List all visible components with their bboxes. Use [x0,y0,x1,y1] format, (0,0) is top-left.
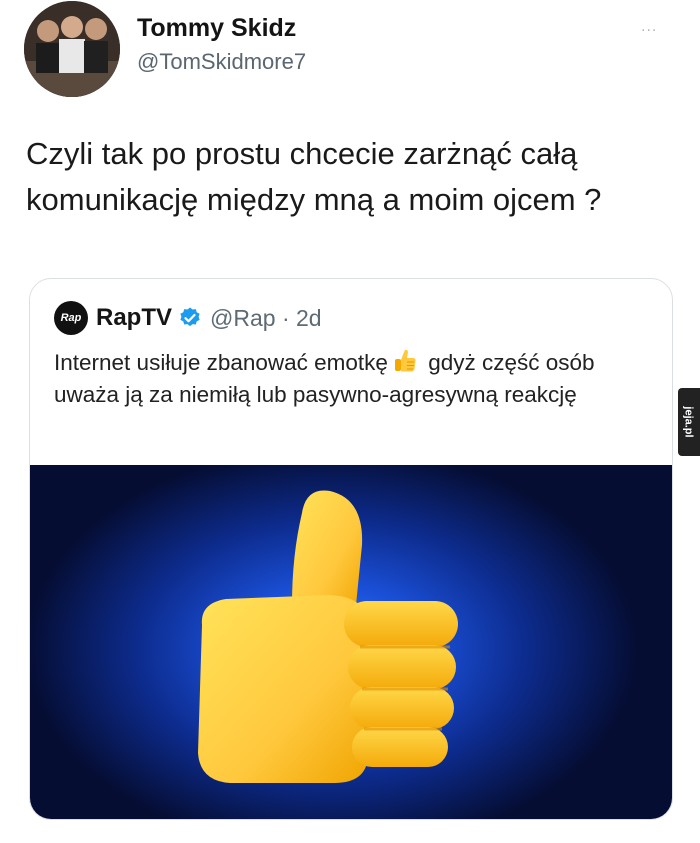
thumbs-up-large-icon [198,490,458,783]
quoted-author-name[interactable]: RapTV [96,304,172,332]
thumbs-up-icon [394,349,416,372]
author-name[interactable]: Tommy Skidz [137,14,296,43]
quoted-text-part-1: Internet usiłuje zbanować emotkę [54,350,388,375]
watermark-text: jeja.pl [683,406,695,438]
tweet-text: Czyli tak po prostu chcecie zarżnąć całą… [26,136,602,217]
quoted-tweet-card[interactable]: Rap RapTV @Rap · 2d Internet usiłuje zba… [29,278,673,820]
author-avatar[interactable] [24,1,120,97]
author-handle[interactable]: @TomSkidmore7 [137,49,306,75]
more-options-button[interactable]: ... [641,18,657,36]
quoted-tweet-header: Rap RapTV @Rap · 2d [54,301,322,335]
avatar-photo [24,1,120,97]
verified-badge-icon [180,307,200,327]
raptv-logo[interactable]: Rap [54,301,88,335]
quoted-author-handle-time: @Rap · 2d [210,304,322,331]
quoted-tweet-text: Internet usiłuje zbanować emotkę gdyż cz… [54,347,659,411]
thumbs-up-image[interactable] [30,465,672,819]
jeja-watermark: jeja.pl [678,388,700,456]
